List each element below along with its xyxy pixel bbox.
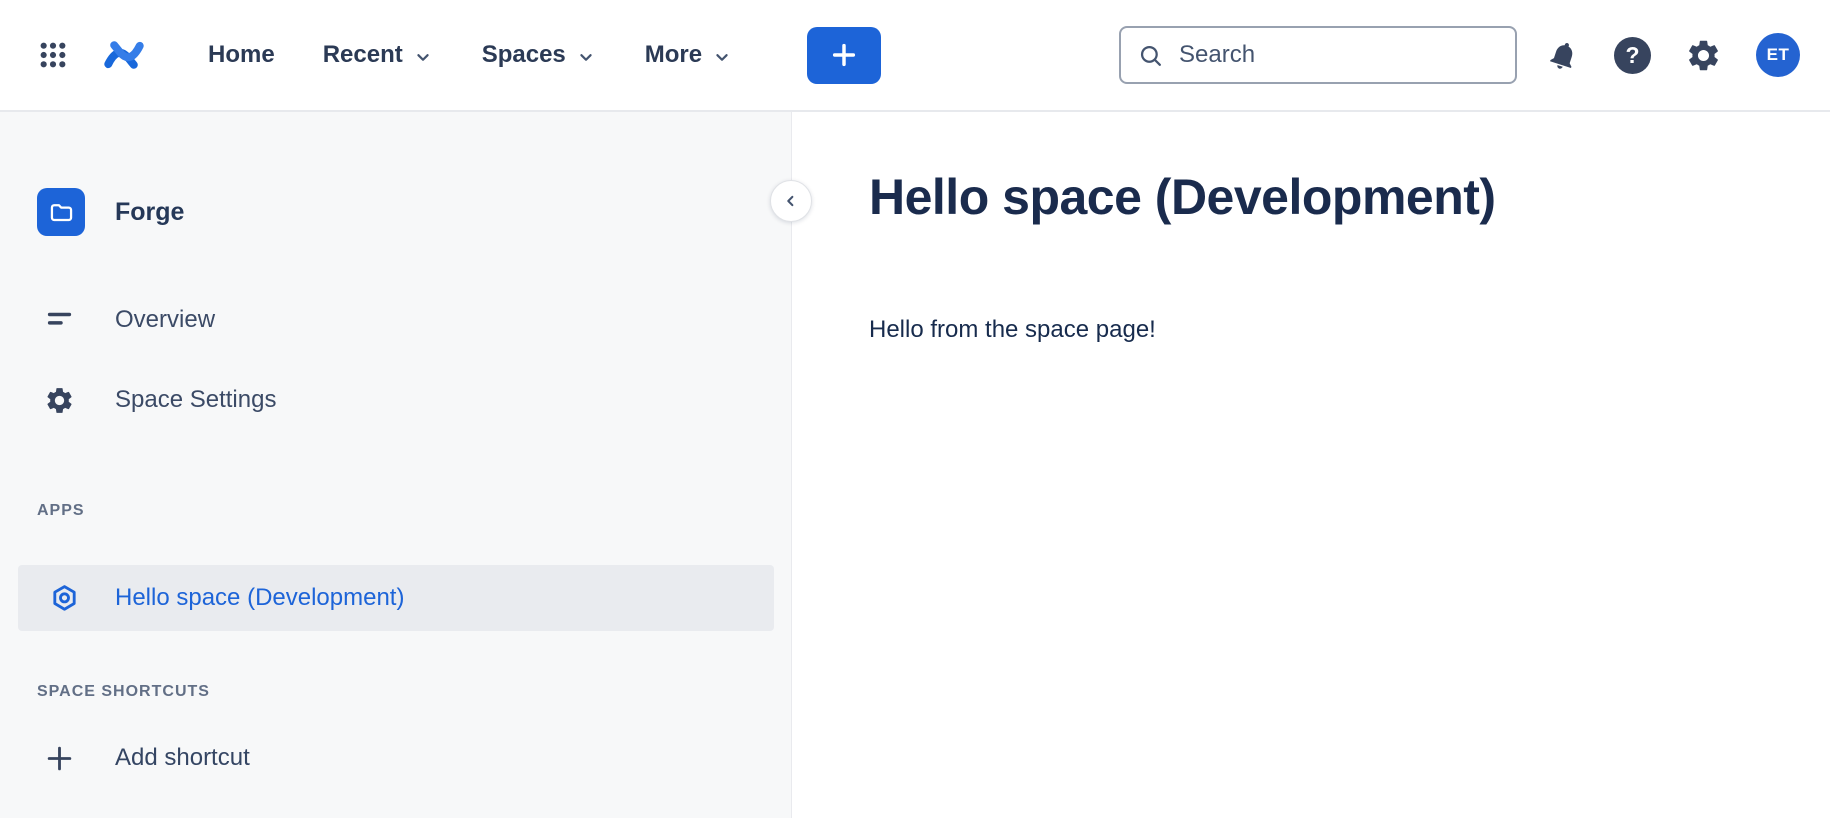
space-sidebar: Forge Overview Space Settings APPS Hello… — [0, 112, 792, 818]
app-switcher-grid-icon — [37, 39, 69, 71]
sidebar-item-label: Add shortcut — [115, 744, 250, 772]
settings-button[interactable] — [1685, 37, 1722, 74]
nav-item-label: Home — [208, 41, 275, 69]
search-box[interactable] — [1119, 26, 1517, 84]
notifications-bell-icon — [1543, 34, 1585, 76]
sidebar-item-label: Hello space (Development) — [115, 584, 404, 612]
nav-item-home[interactable]: Home — [184, 26, 299, 84]
sidebar-item-label: Overview — [115, 306, 215, 334]
confluence-logo[interactable] — [100, 34, 148, 76]
create-button[interactable] — [807, 27, 881, 84]
sidebar-item-overview[interactable]: Overview — [0, 292, 791, 348]
sidebar-section-apps: APPS — [0, 501, 791, 521]
nav-item-label: More — [645, 41, 702, 69]
overview-lines-icon — [44, 305, 75, 336]
space-name: Forge — [115, 198, 184, 227]
space-header[interactable]: Forge — [37, 184, 791, 240]
nav-item-more[interactable]: More — [621, 26, 757, 84]
sidebar-item-hello-space-app[interactable]: Hello space (Development) — [18, 565, 774, 631]
avatar-initials: ET — [1767, 45, 1790, 65]
user-avatar[interactable]: ET — [1756, 33, 1800, 77]
main-content: Hello space (Development) Hello from the… — [792, 112, 1830, 818]
search-input[interactable] — [1177, 40, 1499, 70]
help-button[interactable]: ? — [1614, 37, 1651, 74]
sidebar-item-label: Space Settings — [115, 386, 276, 414]
chevron-left-icon — [780, 190, 802, 212]
search-icon — [1137, 42, 1164, 69]
folder-icon — [48, 199, 75, 226]
page-body-text: Hello from the space page! — [869, 316, 1830, 344]
chevron-down-icon — [711, 46, 733, 68]
page-title: Hello space (Development) — [869, 168, 1830, 226]
nav-item-spaces[interactable]: Spaces — [458, 26, 621, 84]
notifications-button[interactable] — [1547, 39, 1580, 72]
app-switcher-button[interactable] — [30, 32, 76, 78]
sidebar-collapse-button[interactable] — [770, 180, 812, 222]
chevron-down-icon — [412, 46, 434, 68]
question-mark-icon: ? — [1625, 42, 1639, 69]
nav-item-label: Recent — [323, 41, 403, 69]
top-navigation-bar: Home Recent Spaces More — [0, 0, 1830, 112]
sidebar-item-add-shortcut[interactable]: Add shortcut — [0, 730, 791, 786]
primary-nav: Home Recent Spaces More — [184, 26, 757, 84]
settings-gear-icon — [1685, 37, 1722, 74]
nav-item-recent[interactable]: Recent — [299, 26, 458, 84]
chevron-down-icon — [575, 46, 597, 68]
sidebar-section-space-shortcuts: SPACE SHORTCUTS — [0, 682, 791, 702]
plus-icon — [828, 39, 860, 71]
nav-item-label: Spaces — [482, 41, 566, 69]
sidebar-item-space-settings[interactable]: Space Settings — [0, 372, 791, 428]
space-avatar — [37, 188, 85, 236]
gear-icon — [44, 385, 75, 416]
page-layout: Forge Overview Space Settings APPS Hello… — [0, 112, 1830, 818]
plus-icon — [44, 743, 75, 774]
topbar-actions: ? ET — [1547, 33, 1800, 77]
app-hexagon-icon — [49, 583, 80, 614]
